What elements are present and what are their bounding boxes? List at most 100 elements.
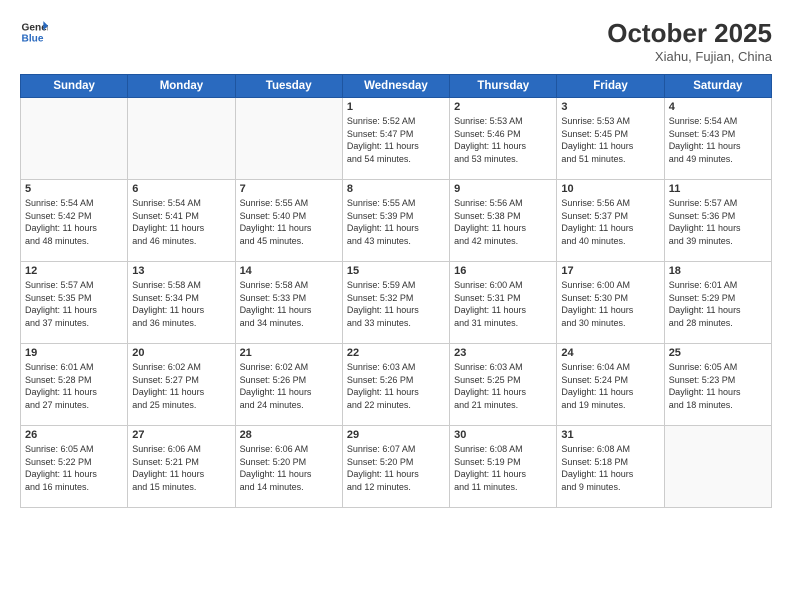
calendar-cell: 14 Sunrise: 5:58 AM Sunset: 5:33 PM Dayli… [235,262,342,344]
calendar-cell: 18Sunrise: 6:01 AM Sunset: 5:29 PM Dayli… [664,262,771,344]
calendar-cell: 2 Sunrise: 5:53 AM Sunset: 5:46 PM Daylig… [450,98,557,180]
calendar-cell: 21 Sunrise: 6:02 AM Sunset: 5:26 PM Dayli… [235,344,342,426]
weekday-header-sunday: Sunday [21,75,128,98]
page: General Blue October 2025 Xiahu, Fujian,… [0,0,792,612]
day-number: 23 [454,347,552,359]
day-info: Sunrise: 5:56 AM Sunset: 5:37 PM Dayligh… [561,197,659,247]
calendar-cell: 29 Sunrise: 6:07 AM Sunset: 5:20 PM Dayli… [342,426,449,508]
day-info: Sunrise: 5:54 AM Sunset: 5:41 PM Dayligh… [132,197,230,247]
day-number: 22 [347,347,445,359]
calendar-cell: 25Sunrise: 6:05 AM Sunset: 5:23 PM Dayli… [664,344,771,426]
logo-icon: General Blue [20,18,48,46]
day-number: 3 [561,101,659,113]
day-number: 13 [132,265,230,277]
calendar-cell: 30Sunrise: 6:08 AM Sunset: 5:19 PM Dayli… [450,426,557,508]
day-number: 6 [132,183,230,195]
day-info: Sunrise: 6:02 AM Sunset: 5:26 PM Dayligh… [240,361,338,411]
day-info: Sunrise: 5:56 AM Sunset: 5:38 PM Dayligh… [454,197,552,247]
week-row-1: 5 Sunrise: 5:54 AM Sunset: 5:42 PM Daylig… [21,180,772,262]
calendar-cell: 16 Sunrise: 6:00 AM Sunset: 5:31 PM Dayli… [450,262,557,344]
day-number: 30 [454,429,552,441]
week-row-4: 26 Sunrise: 6:05 AM Sunset: 5:22 PM Dayli… [21,426,772,508]
day-number: 31 [561,429,659,441]
day-info: Sunrise: 6:06 AM Sunset: 5:21 PM Dayligh… [132,443,230,493]
day-number: 19 [25,347,123,359]
day-number: 21 [240,347,338,359]
day-info: Sunrise: 5:55 AM Sunset: 5:39 PM Dayligh… [347,197,445,247]
calendar-cell: 12 Sunrise: 5:57 AM Sunset: 5:35 PM Dayli… [21,262,128,344]
day-number: 8 [347,183,445,195]
weekday-header-row: SundayMondayTuesdayWednesdayThursdayFrid… [21,75,772,98]
weekday-header-monday: Monday [128,75,235,98]
day-number: 12 [25,265,123,277]
day-info: Sunrise: 6:05 AM Sunset: 5:23 PM Dayligh… [669,361,767,411]
day-info: Sunrise: 5:52 AM Sunset: 5:47 PM Dayligh… [347,115,445,165]
calendar-cell: 10 Sunrise: 5:56 AM Sunset: 5:37 PM Dayli… [557,180,664,262]
calendar-cell [21,98,128,180]
calendar-cell: 31Sunrise: 6:08 AM Sunset: 5:18 PM Dayli… [557,426,664,508]
calendar-cell: 17 Sunrise: 6:00 AM Sunset: 5:30 PM Dayli… [557,262,664,344]
month-title: October 2025 [607,18,772,49]
svg-text:Blue: Blue [22,33,44,44]
day-number: 24 [561,347,659,359]
day-number: 16 [454,265,552,277]
day-number: 2 [454,101,552,113]
day-number: 10 [561,183,659,195]
calendar-cell: 8 Sunrise: 5:55 AM Sunset: 5:39 PM Daylig… [342,180,449,262]
calendar-cell: 26 Sunrise: 6:05 AM Sunset: 5:22 PM Dayli… [21,426,128,508]
week-row-0: 1 Sunrise: 5:52 AM Sunset: 5:47 PM Daylig… [21,98,772,180]
day-info: Sunrise: 5:57 AM Sunset: 5:36 PM Dayligh… [669,197,767,247]
calendar-cell: 4 Sunrise: 5:54 AM Sunset: 5:43 PM Daylig… [664,98,771,180]
weekday-header-wednesday: Wednesday [342,75,449,98]
subtitle: Xiahu, Fujian, China [607,49,772,64]
day-info: Sunrise: 5:54 AM Sunset: 5:43 PM Dayligh… [669,115,767,165]
calendar-cell: 27 Sunrise: 6:06 AM Sunset: 5:21 PM Dayli… [128,426,235,508]
day-number: 15 [347,265,445,277]
day-info: Sunrise: 5:57 AM Sunset: 5:35 PM Dayligh… [25,279,123,329]
day-number: 14 [240,265,338,277]
day-number: 7 [240,183,338,195]
day-info: Sunrise: 6:00 AM Sunset: 5:30 PM Dayligh… [561,279,659,329]
title-block: October 2025 Xiahu, Fujian, China [607,18,772,64]
week-row-3: 19Sunrise: 6:01 AM Sunset: 5:28 PM Dayli… [21,344,772,426]
day-info: Sunrise: 5:59 AM Sunset: 5:32 PM Dayligh… [347,279,445,329]
day-number: 29 [347,429,445,441]
day-number: 9 [454,183,552,195]
day-info: Sunrise: 5:54 AM Sunset: 5:42 PM Dayligh… [25,197,123,247]
day-number: 28 [240,429,338,441]
day-info: Sunrise: 6:07 AM Sunset: 5:20 PM Dayligh… [347,443,445,493]
day-info: Sunrise: 5:58 AM Sunset: 5:34 PM Dayligh… [132,279,230,329]
day-info: Sunrise: 5:55 AM Sunset: 5:40 PM Dayligh… [240,197,338,247]
day-info: Sunrise: 5:58 AM Sunset: 5:33 PM Dayligh… [240,279,338,329]
day-info: Sunrise: 6:03 AM Sunset: 5:26 PM Dayligh… [347,361,445,411]
calendar-cell: 9 Sunrise: 5:56 AM Sunset: 5:38 PM Daylig… [450,180,557,262]
calendar-cell: 7 Sunrise: 5:55 AM Sunset: 5:40 PM Daylig… [235,180,342,262]
weekday-header-tuesday: Tuesday [235,75,342,98]
day-info: Sunrise: 5:53 AM Sunset: 5:46 PM Dayligh… [454,115,552,165]
day-number: 17 [561,265,659,277]
weekday-header-friday: Friday [557,75,664,98]
day-number: 4 [669,101,767,113]
day-info: Sunrise: 6:00 AM Sunset: 5:31 PM Dayligh… [454,279,552,329]
calendar-cell: 6 Sunrise: 5:54 AM Sunset: 5:41 PM Daylig… [128,180,235,262]
day-number: 1 [347,101,445,113]
calendar-cell: 28 Sunrise: 6:06 AM Sunset: 5:20 PM Dayli… [235,426,342,508]
day-number: 5 [25,183,123,195]
day-info: Sunrise: 6:05 AM Sunset: 5:22 PM Dayligh… [25,443,123,493]
calendar-cell: 3 Sunrise: 5:53 AM Sunset: 5:45 PM Daylig… [557,98,664,180]
day-number: 27 [132,429,230,441]
calendar-cell: 23 Sunrise: 6:03 AM Sunset: 5:25 PM Dayli… [450,344,557,426]
calendar-cell: 22 Sunrise: 6:03 AM Sunset: 5:26 PM Dayli… [342,344,449,426]
day-info: Sunrise: 6:01 AM Sunset: 5:29 PM Dayligh… [669,279,767,329]
day-number: 20 [132,347,230,359]
header: General Blue October 2025 Xiahu, Fujian,… [20,18,772,64]
day-number: 26 [25,429,123,441]
day-info: Sunrise: 5:53 AM Sunset: 5:45 PM Dayligh… [561,115,659,165]
calendar-cell: 20Sunrise: 6:02 AM Sunset: 5:27 PM Dayli… [128,344,235,426]
calendar-cell: 11Sunrise: 5:57 AM Sunset: 5:36 PM Dayli… [664,180,771,262]
day-info: Sunrise: 6:03 AM Sunset: 5:25 PM Dayligh… [454,361,552,411]
day-info: Sunrise: 6:06 AM Sunset: 5:20 PM Dayligh… [240,443,338,493]
calendar-cell [128,98,235,180]
weekday-header-thursday: Thursday [450,75,557,98]
day-info: Sunrise: 6:04 AM Sunset: 5:24 PM Dayligh… [561,361,659,411]
